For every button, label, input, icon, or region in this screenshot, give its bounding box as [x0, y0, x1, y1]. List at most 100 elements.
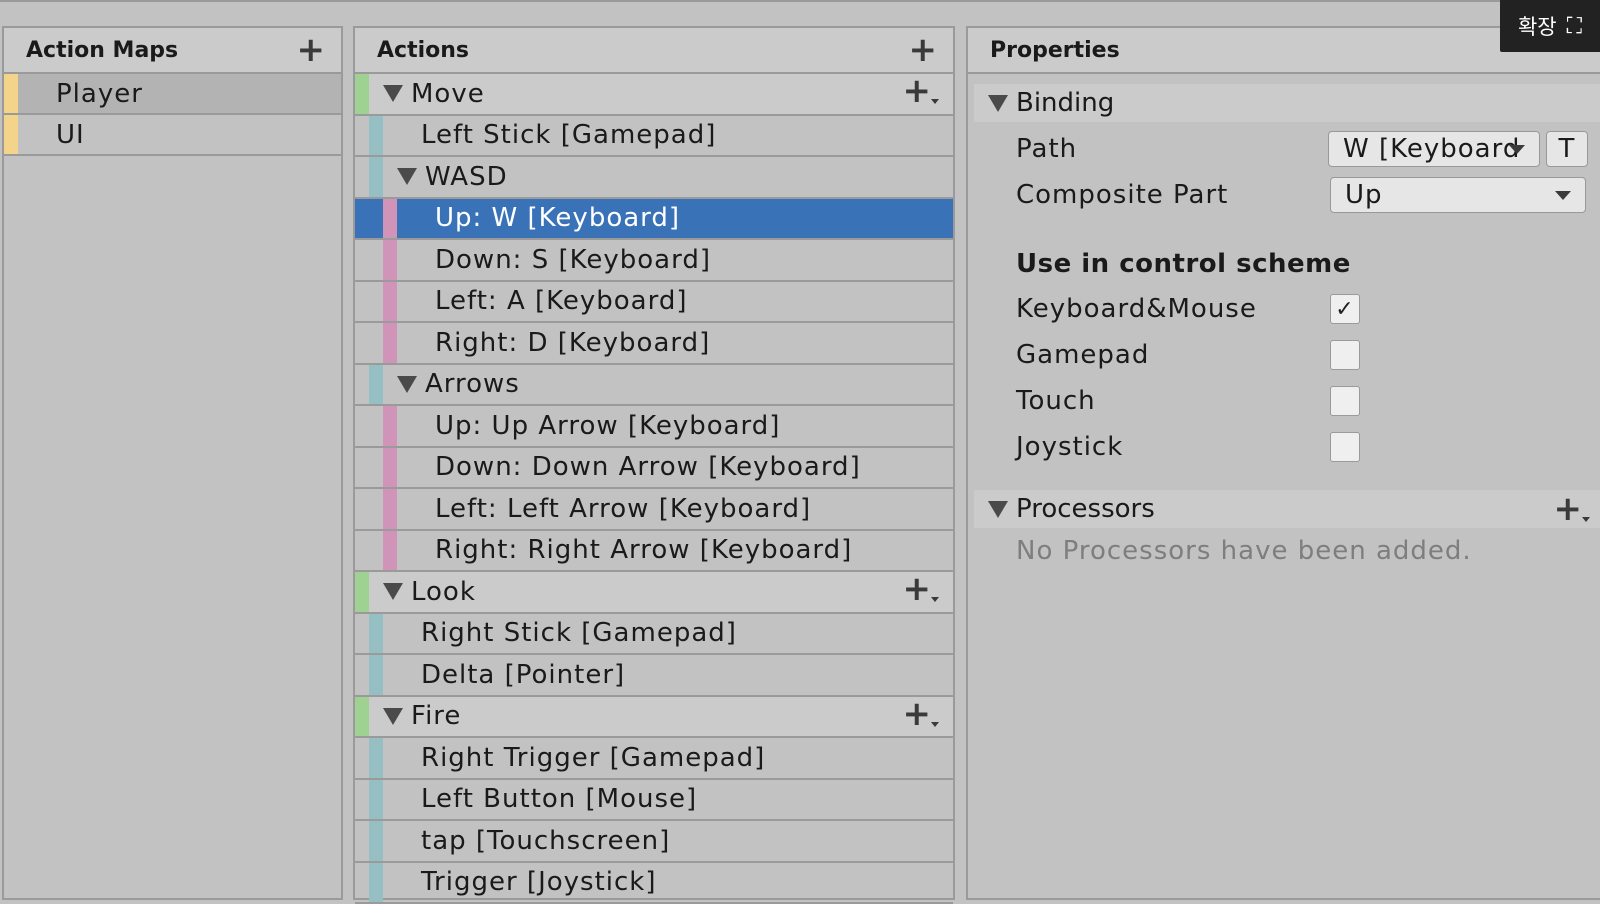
composite-part-row[interactable]: Left: A [Keyboard] [355, 282, 953, 324]
composite-part-row[interactable]: Up: W [Keyboard] [355, 199, 953, 241]
actions-header: Actions + [355, 28, 953, 74]
chevron-down-icon [1509, 145, 1525, 154]
composite-part-row[interactable]: Down: Down Arrow [Keyboard] [355, 448, 953, 490]
binding-row[interactable]: Left Stick [Gamepad] [355, 116, 953, 158]
part-color-bar [383, 240, 397, 280]
composite-part-row[interactable]: Up: Up Arrow [Keyboard] [355, 406, 953, 448]
expand-triangle-icon[interactable] [397, 376, 417, 393]
composite-label: WASD [425, 162, 508, 192]
action-row-fire[interactable]: Fire + [355, 697, 953, 739]
part-color-bar [383, 531, 397, 571]
scheme-checkbox[interactable]: ✓ [1330, 294, 1360, 324]
add-processor-icon[interactable]: + [1554, 492, 1583, 526]
expand-triangle-icon[interactable] [397, 168, 417, 185]
scheme-label: Gamepad [1016, 340, 1149, 370]
path-dropdown[interactable]: W [Keyboard [1328, 131, 1540, 167]
composite-part-label: Composite Part [1016, 180, 1326, 210]
top-divider [0, 0, 1600, 2]
part-label: Up: Up Arrow [Keyboard] [435, 411, 780, 441]
part-label: Left: A [Keyboard] [435, 286, 688, 316]
actions-panel: Actions + Move + Left Stick [Gamepad] WA… [353, 26, 955, 900]
expand-triangle-icon[interactable] [383, 85, 403, 102]
path-value: W [Keyboard [1343, 134, 1520, 164]
binding-color-bar [369, 738, 383, 778]
composite-part-row[interactable]: Down: S [Keyboard] [355, 240, 953, 282]
binding-row[interactable]: Left Button [Mouse] [355, 780, 953, 822]
binding-color-bar [369, 614, 383, 654]
composite-part-dropdown[interactable]: Up [1330, 177, 1586, 213]
part-color-bar [383, 199, 397, 239]
binding-label: Delta [Pointer] [421, 660, 625, 690]
expand-label: 확장 [1518, 11, 1557, 41]
binding-label: Right Stick [Gamepad] [421, 618, 737, 648]
binding-label: Left Stick [Gamepad] [421, 120, 716, 150]
action-row-look[interactable]: Look + [355, 572, 953, 614]
chevron-down-icon [1555, 191, 1571, 200]
binding-row[interactable]: Delta [Pointer] [355, 655, 953, 697]
add-binding-icon[interactable]: + [903, 74, 932, 108]
text-mode-button[interactable]: T [1546, 131, 1588, 167]
composite-part-row[interactable]: Left: Left Arrow [Keyboard] [355, 489, 953, 531]
binding-color-bar [369, 863, 383, 903]
properties-panel: Properties Binding Path W [Keyboard T Co… [966, 26, 1600, 900]
action-row-move[interactable]: Move + [355, 74, 953, 116]
add-action-map-icon[interactable]: + [297, 33, 326, 67]
composite-row-arrows[interactable]: Arrows [355, 365, 953, 407]
processors-empty-message: No Processors have been added. [968, 528, 1600, 574]
action-map-color-bar [4, 74, 18, 113]
expand-triangle-icon[interactable] [988, 95, 1008, 112]
scheme-checkbox[interactable] [1330, 386, 1360, 416]
binding-color-bar [369, 157, 383, 197]
part-color-bar [383, 323, 397, 363]
action-label: Fire [411, 701, 461, 731]
part-label: Down: Down Arrow [Keyboard] [435, 452, 861, 482]
action-label: Look [411, 577, 476, 607]
action-maps-header: Action Maps + [4, 28, 341, 74]
part-color-bar [383, 282, 397, 322]
binding-section-header[interactable]: Binding [974, 84, 1600, 122]
expand-button[interactable]: 확장 ⛶ [1500, 0, 1600, 52]
part-label: Down: S [Keyboard] [435, 245, 711, 275]
processors-section-title: Processors [1016, 494, 1155, 524]
binding-color-bar [369, 821, 383, 861]
composite-part-row: Composite Part Up [968, 172, 1600, 218]
binding-color-bar [369, 655, 383, 695]
action-map-item-player[interactable]: Player [4, 74, 341, 115]
composite-label: Arrows [425, 369, 520, 399]
action-map-label: Player [56, 79, 143, 109]
binding-section-title: Binding [1016, 88, 1114, 118]
part-color-bar [383, 448, 397, 488]
part-color-bar [383, 489, 397, 529]
part-color-bar [383, 406, 397, 446]
composite-part-row[interactable]: Right: Right Arrow [Keyboard] [355, 531, 953, 573]
binding-row[interactable]: Right Trigger [Gamepad] [355, 738, 953, 780]
action-map-label: UI [56, 120, 85, 150]
action-map-item-ui[interactable]: UI [4, 115, 341, 156]
add-binding-icon[interactable]: + [903, 697, 932, 731]
scheme-label: Joystick [1016, 432, 1123, 462]
expand-triangle-icon[interactable] [383, 583, 403, 600]
composite-row-wasd[interactable]: WASD [355, 157, 953, 199]
scheme-checkbox[interactable] [1330, 432, 1360, 462]
expand-triangle-icon[interactable] [988, 501, 1008, 518]
binding-row[interactable]: Right Stick [Gamepad] [355, 614, 953, 656]
action-color-bar [355, 74, 369, 114]
add-binding-icon[interactable]: + [903, 572, 932, 606]
composite-part-value: Up [1345, 180, 1383, 210]
control-scheme-title: Use in control scheme [968, 242, 1600, 286]
scheme-checkbox[interactable] [1330, 340, 1360, 370]
scheme-row-joystick: Joystick [968, 424, 1600, 470]
part-label: Right: D [Keyboard] [435, 328, 710, 358]
binding-label: Trigger [Joystick] [421, 867, 657, 897]
binding-row[interactable]: tap [Touchscreen] [355, 821, 953, 863]
processors-section-header[interactable]: Processors + [974, 490, 1600, 528]
part-label: Up: W [Keyboard] [435, 203, 680, 233]
binding-color-bar [369, 116, 383, 156]
add-action-icon[interactable]: + [909, 33, 938, 67]
composite-part-row[interactable]: Right: D [Keyboard] [355, 323, 953, 365]
action-label: Move [411, 79, 485, 109]
scheme-row-gamepad: Gamepad [968, 332, 1600, 378]
action-maps-title: Action Maps [26, 38, 178, 63]
expand-triangle-icon[interactable] [383, 708, 403, 725]
action-maps-panel: Action Maps + Player UI [2, 26, 343, 900]
